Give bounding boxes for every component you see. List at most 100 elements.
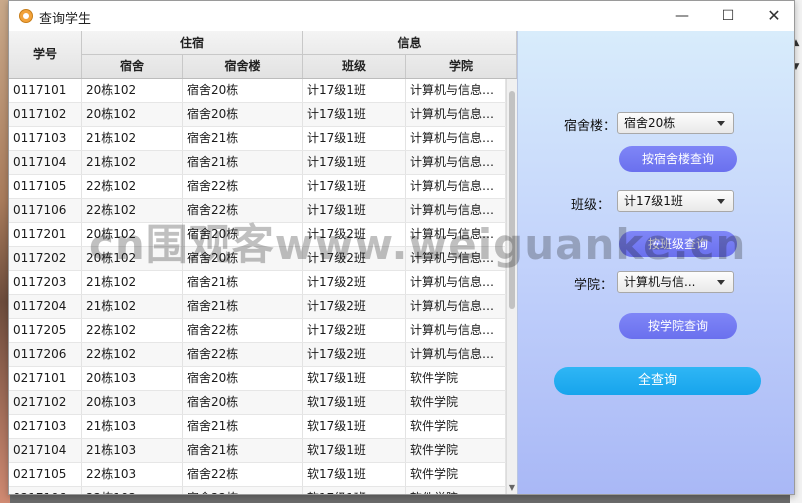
table-row[interactable]: 011720120栋102宿舍20栋计17级2班计算机与信息工程学院	[9, 223, 506, 247]
cell-student-id: 0217102	[9, 391, 82, 414]
scroll-down-icon[interactable]: ▼	[508, 484, 516, 492]
column-header-student-id[interactable]: 学号	[9, 31, 82, 78]
column-header-building[interactable]: 宿舍楼	[183, 55, 303, 78]
cell-building: 宿舍22栋	[183, 343, 303, 366]
table-row[interactable]: 011720522栋102宿舍22栋计17级2班计算机与信息工程学院	[9, 319, 506, 343]
cell-dorm: 22栋102	[82, 343, 183, 366]
cell-dorm: 20栋102	[82, 247, 183, 270]
table-row[interactable]: 0217103 21栋103 宿舍21栋 软17级1班 软件学院	[9, 415, 506, 439]
cell-building: 宿舍22栋	[183, 319, 303, 342]
cell-dorm: 21栋102	[82, 295, 183, 318]
cell-student-id: 0117106	[9, 199, 82, 222]
cell-student-id: 0117105	[9, 175, 82, 198]
cell-class: 计17级1班	[303, 79, 406, 102]
table-row[interactable]: 0217101 20栋103 宿舍20栋 软17级1班 软件学院	[9, 367, 506, 391]
cell-college: 计算机与信息工程学院	[406, 319, 506, 342]
cell-student-id: 0117101	[9, 79, 82, 102]
cell-college: 计算机与信息工程学院	[406, 343, 506, 366]
class-select[interactable]: 计17级1班	[617, 190, 734, 212]
cell-dorm: 22栋102	[82, 199, 183, 222]
building-select[interactable]: 宿舍20栋	[617, 112, 734, 134]
cell-dorm: 22栋103	[82, 463, 183, 486]
cell-building: 宿舍22栋	[183, 199, 303, 222]
cell-dorm: 21栋103	[82, 415, 183, 438]
cell-college: 软件学院	[406, 367, 506, 390]
college-select-value: 计算机与信...	[624, 275, 696, 289]
table-row[interactable]: 011710421栋102宿舍21栋计17级1班计算机与信息工程学院	[9, 151, 506, 175]
cell-college: 计算机与信息工程学院	[406, 103, 506, 126]
table-row[interactable]: 0217102 20栋103 宿舍20栋 软17级1班 软件学院	[9, 391, 506, 415]
cell-student-id: 0117103	[9, 127, 82, 150]
cell-dorm: 21栋102	[82, 127, 183, 150]
column-header-dorm[interactable]: 宿舍	[82, 55, 183, 78]
cell-college: 软件学院	[406, 439, 506, 462]
table-row[interactable]: 0217104 21栋103 宿舍21栋 软17级1班 软件学院	[9, 439, 506, 463]
app-icon	[19, 9, 33, 23]
table-row[interactable]: 0217105 22栋103 宿舍22栋 软17级1班 软件学院	[9, 463, 506, 487]
column-header-college[interactable]: 学院	[406, 55, 517, 78]
chevron-down-icon	[717, 280, 725, 285]
query-by-building-button[interactable]: 按宿舍楼查询	[619, 146, 737, 172]
cell-college: 软件学院	[406, 415, 506, 438]
cell-class: 软17级1班	[303, 367, 406, 390]
cell-dorm: 21栋102	[82, 151, 183, 174]
maximize-button[interactable]: ☐	[705, 1, 751, 31]
cell-building: 宿舍20栋	[183, 247, 303, 270]
group-header-accommodation: 住宿	[82, 31, 303, 55]
minimize-button[interactable]: —	[659, 1, 705, 31]
college-select[interactable]: 计算机与信...	[617, 271, 734, 293]
table-row[interactable]: 011710321栋102宿舍21栋计17级1班计算机与信息工程学院	[9, 127, 506, 151]
table-row[interactable]: 011710220栋102宿舍20栋计17级1班计算机与信息工程学院	[9, 103, 506, 127]
cell-student-id: 0217103	[9, 415, 82, 438]
cell-building: 宿舍20栋	[183, 103, 303, 126]
table-row[interactable]: 011720421栋102宿舍21栋计17级2班计算机与信息工程学院	[9, 295, 506, 319]
table-row[interactable]: 011710120栋102宿舍20栋计17级1班计算机与信息工程学院	[9, 79, 506, 103]
building-label: 宿舍楼：	[564, 119, 617, 134]
student-table: 学号 住宿 信息 宿舍 宿舍楼 班级 学院 0117101 20栋102 宿舍20栋…	[9, 31, 517, 494]
query-student-window: 查询学生 — ☐ ✕ 学号 住宿 信息 宿舍 宿舍楼 班级 学院 0117101…	[8, 0, 795, 495]
table-row[interactable]: 011720220栋102宿舍20栋计17级2班计算机与信息工程学院	[9, 247, 506, 271]
query-panel: 宿舍楼： 宿舍20栋 按宿舍楼查询 班级： 计17级1班 按班级查询 学院： 计…	[517, 31, 794, 494]
query-by-class-button[interactable]: 按班级查询	[619, 231, 737, 257]
column-header-class[interactable]: 班级	[303, 55, 406, 78]
cell-class: 计17级1班	[303, 199, 406, 222]
table-row[interactable]: 011710522栋102宿舍22栋计17级1班计算机与信息工程学院	[9, 175, 506, 199]
cell-student-id: 0117202	[9, 247, 82, 270]
cell-college: 计算机与信息工程学院	[406, 295, 506, 318]
table-row[interactable]: 011710622栋102宿舍22栋计17级1班计算机与信息工程学院	[9, 199, 506, 223]
cell-building: 宿舍21栋	[183, 439, 303, 462]
cell-class: 计17级1班	[303, 151, 406, 174]
cell-building: 宿舍20栋	[183, 223, 303, 246]
college-label: 学院：	[574, 278, 614, 293]
close-button[interactable]: ✕	[751, 1, 797, 31]
cell-student-id: 0217106	[9, 487, 82, 494]
cell-dorm: 22栋102	[82, 175, 183, 198]
cell-class: 软17级1班	[303, 391, 406, 414]
cell-building: 宿舍20栋	[183, 391, 303, 414]
cell-student-id: 0117206	[9, 343, 82, 366]
cell-building: 宿舍21栋	[183, 295, 303, 318]
table-row[interactable]: 011720622栋102宿舍22栋计17级2班计算机与信息工程学院	[9, 343, 506, 367]
class-label: 班级：	[571, 198, 611, 213]
cell-building: 宿舍21栋	[183, 127, 303, 150]
table-row[interactable]: 011720321栋102宿舍21栋计17级2班计算机与信息工程学院	[9, 271, 506, 295]
vertical-scrollbar[interactable]: ▼	[506, 79, 517, 494]
query-all-button[interactable]: 全查询	[554, 367, 761, 395]
cell-student-id: 0117204	[9, 295, 82, 318]
cell-dorm: 21栋103	[82, 439, 183, 462]
cell-dorm: 22栋102	[82, 319, 183, 342]
query-by-college-button[interactable]: 按学院查询	[619, 313, 737, 339]
cell-dorm: 20栋102	[82, 79, 183, 102]
cell-college: 计算机与信息工程学院	[406, 79, 506, 102]
cell-building: 宿舍22栋	[183, 487, 303, 494]
scrollbar-thumb[interactable]	[509, 91, 515, 309]
cell-class: 计17级1班	[303, 127, 406, 150]
cell-college: 计算机与信息工程学院	[406, 223, 506, 246]
chevron-down-icon	[717, 121, 725, 126]
cell-dorm: 20栋102	[82, 103, 183, 126]
cell-building: 宿舍20栋	[183, 367, 303, 390]
cell-class: 计17级2班	[303, 223, 406, 246]
cell-student-id: 0217104	[9, 439, 82, 462]
cell-college: 软件学院	[406, 391, 506, 414]
table-row[interactable]: 021710622栋103宿舍22栋软17级1班软件学院	[9, 487, 506, 494]
